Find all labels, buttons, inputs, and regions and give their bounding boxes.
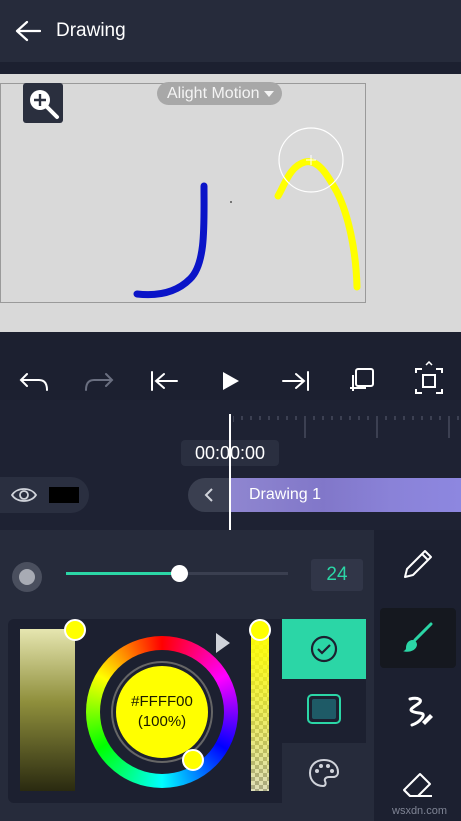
pencil-icon	[404, 550, 432, 578]
playhead[interactable]	[229, 414, 231, 530]
drawing-strokes	[133, 127, 361, 299]
drawing-tools-sidebar	[374, 530, 461, 821]
hue-thumb[interactable]	[182, 749, 204, 771]
brush-icon	[403, 622, 433, 652]
page-title: Drawing	[56, 20, 126, 41]
timeline[interactable]: 00:00:00 Drawing 1	[0, 400, 461, 530]
play-icon	[223, 372, 239, 390]
hue-wheel[interactable]: #FFFF00 (100%)	[86, 636, 238, 788]
time-ruler	[233, 416, 459, 438]
color-swatch: #FFFF00 (100%)	[113, 663, 211, 761]
footer-watermark: wsxdn.com	[392, 805, 448, 817]
color-mode-swatch-button[interactable]	[282, 679, 366, 739]
smudge-tool-button[interactable]	[380, 682, 456, 742]
skip-to-end-icon	[282, 371, 309, 391]
undo-icon	[19, 373, 48, 391]
brush-settings-panel: 24 #FFFF00 (100%)	[0, 530, 374, 821]
palette-button[interactable]	[282, 743, 366, 803]
check-circle-icon	[310, 635, 338, 663]
chevron-left-icon	[204, 488, 213, 502]
saturation-value-box[interactable]	[20, 629, 75, 791]
opacity-slider[interactable]	[251, 629, 269, 791]
drawing-canvas[interactable]: Alight Motion	[0, 74, 461, 332]
pencil-tool-button[interactable]	[380, 534, 456, 594]
expand-arrow-icon[interactable]	[216, 633, 230, 653]
color-picker: #FFFF00 (100%)	[8, 619, 366, 803]
palette-icon	[308, 758, 340, 788]
slider-fill	[66, 572, 180, 575]
swatch-icon	[307, 694, 341, 724]
smudge-icon	[408, 696, 433, 727]
eye-icon[interactable]	[11, 487, 37, 503]
color-hex: #FFFF00	[131, 693, 193, 710]
back-button[interactable]	[0, 0, 56, 62]
redo-icon	[85, 373, 114, 391]
brush-size-slider[interactable]	[66, 565, 288, 582]
duplicate-icon	[350, 368, 374, 391]
brush-size-value[interactable]: 24	[311, 559, 363, 591]
brush-tool-button[interactable]	[380, 608, 456, 668]
fit-screen-icon	[415, 361, 443, 394]
layer-visibility-control[interactable]	[0, 477, 89, 513]
blue-stroke	[133, 182, 208, 299]
yellow-stroke	[274, 158, 361, 291]
clip-collapse-button[interactable]	[188, 478, 230, 512]
brush-preview	[12, 562, 42, 592]
opacity-thumb[interactable]	[249, 619, 271, 641]
layer-thumbnail	[49, 487, 79, 503]
timeline-clip[interactable]: Drawing 1	[231, 478, 461, 512]
sv-thumb[interactable]	[64, 619, 86, 641]
slider-thumb[interactable]	[171, 565, 189, 582]
color-opacity: (100%)	[137, 713, 187, 730]
arrow-left-icon	[15, 20, 41, 42]
skip-to-start-icon	[151, 371, 178, 391]
clip-label: Drawing 1	[249, 486, 322, 503]
app-header: Drawing	[0, 0, 461, 62]
color-confirm-button[interactable]	[282, 619, 366, 679]
eraser-icon	[403, 773, 432, 797]
